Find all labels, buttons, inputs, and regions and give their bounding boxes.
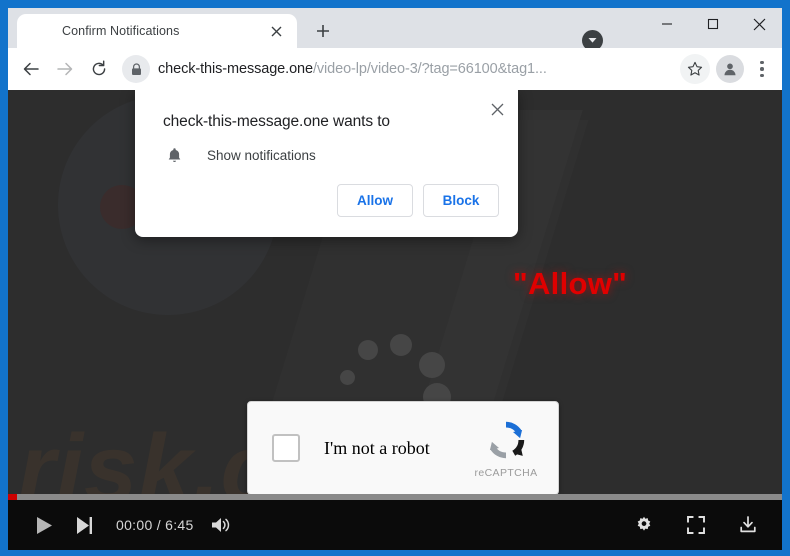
back-arrow-icon[interactable] (14, 52, 48, 86)
url-path: /video-lp/video-3/?tag=66100&tag1... (312, 61, 547, 77)
dialog-close-icon[interactable] (486, 98, 508, 120)
play-icon[interactable] (24, 505, 64, 545)
download-icon[interactable] (728, 505, 768, 545)
gear-icon[interactable] (624, 505, 664, 545)
browser-toolbar: check-this-message.one/video-lp/video-3/… (8, 48, 782, 90)
next-track-icon[interactable] (64, 505, 104, 545)
window-caption-controls (644, 8, 782, 48)
lock-icon[interactable] (122, 55, 150, 83)
recaptcha-checkbox[interactable] (272, 434, 300, 462)
chrome-browser-shell: Confirm Notifications check-this-message… (8, 8, 782, 550)
new-tab-button[interactable] (310, 18, 336, 44)
background-bubble (419, 352, 445, 378)
recaptcha-brand-label: reCAPTCHA (474, 467, 538, 479)
profile-avatar-icon[interactable] (716, 55, 744, 83)
recaptcha-widget[interactable]: I'm not a robot reCAPTCHA (247, 401, 559, 495)
volume-icon[interactable] (202, 505, 242, 545)
dialog-permission-label: Show notifications (207, 148, 316, 163)
tab-title: Confirm Notifications (62, 24, 180, 38)
recaptcha-label: I'm not a robot (324, 437, 430, 458)
background-bubble (358, 340, 378, 360)
dialog-permission-row: Show notifications (163, 147, 316, 164)
dialog-title: check-this-message.one wants to (163, 113, 390, 130)
three-dot-menu-icon[interactable] (748, 54, 776, 84)
browser-window-frame: Confirm Notifications check-this-message… (0, 0, 790, 556)
star-icon[interactable] (680, 54, 710, 84)
recaptcha-logo-icon (489, 421, 525, 459)
video-control-bar: 00:00 / 6:45 (8, 500, 782, 550)
background-bubble (390, 334, 412, 356)
tab-confirm-notifications[interactable]: Confirm Notifications (17, 14, 297, 48)
window-close-button[interactable] (736, 8, 782, 40)
page-viewport: risk.com "Allow" I'm not a robot reCAPTC… (8, 90, 782, 550)
recaptcha-brand: reCAPTCHA (460, 417, 552, 479)
fullscreen-icon[interactable] (676, 505, 716, 545)
address-bar[interactable]: check-this-message.one/video-lp/video-3/… (122, 54, 676, 84)
notification-permission-dialog: check-this-message.one wants to Show not… (135, 90, 518, 237)
bell-icon (163, 147, 185, 164)
video-control-right-group (624, 505, 768, 545)
tab-strip: Confirm Notifications (8, 8, 782, 51)
background-bubble (340, 370, 355, 385)
block-button[interactable]: Block (423, 184, 499, 217)
window-minimize-button[interactable] (644, 8, 690, 40)
forward-arrow-icon[interactable] (48, 52, 82, 86)
allow-hint-text: "Allow" (513, 266, 628, 301)
tab-close-icon[interactable] (265, 20, 287, 42)
window-maximize-button[interactable] (690, 8, 736, 40)
reload-icon[interactable] (82, 52, 116, 86)
url-host: check-this-message.one (158, 61, 313, 77)
dialog-actions: Allow Block (337, 184, 499, 217)
allow-button[interactable]: Allow (337, 184, 413, 217)
video-time-display: 00:00 / 6:45 (116, 517, 194, 533)
address-bar-url: check-this-message.one/video-lp/video-3/… (158, 61, 547, 77)
